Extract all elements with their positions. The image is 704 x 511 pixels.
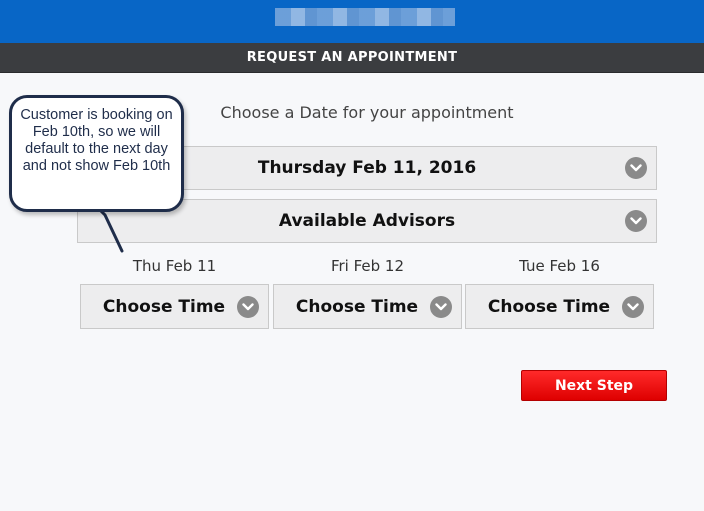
choose-time-button-1[interactable]: Choose Time xyxy=(80,284,269,329)
chevron-down-icon[interactable] xyxy=(237,295,259,318)
advisor-select-value: Available Advisors xyxy=(278,211,456,231)
date-select-value: Thursday Feb 11, 2016 xyxy=(257,158,477,178)
obscured-site-title xyxy=(275,8,455,26)
next-step-button[interactable]: Next Step xyxy=(521,370,667,401)
date-prompt: Choose a Date for your appointment xyxy=(220,103,514,122)
chevron-down-icon[interactable] xyxy=(625,157,647,179)
day-label-2: Fri Feb 12 xyxy=(330,257,405,275)
day-label-1: Thu Feb 11 xyxy=(132,257,217,275)
chevron-down-icon[interactable] xyxy=(430,295,452,318)
callout-text: Customer is booking on Feb 10th, so we w… xyxy=(20,107,173,174)
top-header-bar xyxy=(0,0,704,43)
choose-time-label: Choose Time xyxy=(487,296,611,317)
choose-time-label: Choose Time xyxy=(102,296,226,317)
chevron-down-icon[interactable] xyxy=(625,210,647,232)
page-subheader: REQUEST AN APPOINTMENT xyxy=(0,43,704,73)
chevron-down-icon[interactable] xyxy=(622,295,644,318)
next-step-label: Next Step xyxy=(554,377,634,394)
annotation-callout: Customer is booking on Feb 10th, so we w… xyxy=(9,95,184,212)
choose-time-button-2[interactable]: Choose Time xyxy=(273,284,462,329)
choose-time-label: Choose Time xyxy=(295,296,419,317)
day-label-3: Tue Feb 16 xyxy=(519,257,600,275)
choose-time-button-3[interactable]: Choose Time xyxy=(465,284,654,329)
subheader-title: REQUEST AN APPOINTMENT xyxy=(246,50,458,65)
